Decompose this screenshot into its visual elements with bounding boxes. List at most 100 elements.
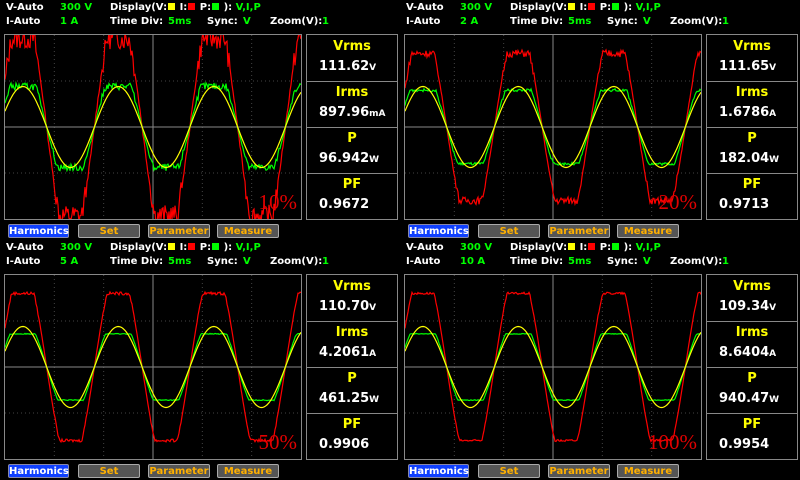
waveform-plot: 10% <box>4 34 302 220</box>
measure-cell-irms: Irms 1.6786A <box>707 81 797 128</box>
measure-cell-irms: Irms 8.6404A <box>707 321 797 368</box>
voltage-color-swatch <box>568 3 576 10</box>
vrms-unit: V <box>769 63 777 73</box>
p-unit: W <box>369 395 380 405</box>
p-unit: W <box>769 155 780 165</box>
measure-cell-irms: Irms 4.2061A <box>307 321 397 368</box>
measure-button[interactable]: Measure <box>617 224 679 238</box>
vrms-unit: V <box>369 63 377 73</box>
display-settings: Display(V: I: P: ): V,I,P <box>110 241 261 255</box>
measure-cell-pf: PF 0.9954 <box>707 413 797 459</box>
display-v-label: V: <box>555 2 568 13</box>
load-percent-label: 50% <box>258 430 298 454</box>
display-settings: Display(V: I: P: ): V,I,P <box>510 241 661 255</box>
measure-value-p: 182.04W <box>719 151 779 166</box>
time-div-label: Time Div: <box>110 16 164 27</box>
sync-value: V <box>243 256 251 267</box>
i-mode: I-Auto <box>6 16 41 27</box>
parameter-button[interactable]: Parameter <box>148 464 210 478</box>
load-percent-label: 100% <box>648 430 697 454</box>
measure-button[interactable]: Measure <box>217 464 279 478</box>
measure-button[interactable]: Measure <box>217 224 279 238</box>
pf-value: 0.9672 <box>319 197 370 212</box>
harmonics-button[interactable]: Harmonics <box>408 224 469 238</box>
vrms-unit: V <box>769 303 777 313</box>
measure-cell-p: P 182.04W <box>707 127 797 174</box>
p-unit: W <box>769 395 780 405</box>
current-color-swatch <box>588 243 596 250</box>
irms-value: 897.96 <box>319 105 370 120</box>
vrms-unit: V <box>369 303 377 313</box>
display-settings: Display(V: I: P: ): V,I,P <box>110 1 261 15</box>
harmonics-button[interactable]: Harmonics <box>8 224 69 238</box>
measure-button[interactable]: Measure <box>617 464 679 478</box>
harmonics-button[interactable]: Harmonics <box>408 464 469 478</box>
display-v-label: V: <box>555 242 568 253</box>
set-button[interactable]: Set <box>78 464 140 478</box>
measure-label-pf: PF <box>342 417 362 432</box>
measure-label-pf: PF <box>342 177 362 192</box>
waveform-svg <box>405 35 701 219</box>
harmonics-button[interactable]: Harmonics <box>8 464 69 478</box>
zoom-value: 1 <box>322 256 329 267</box>
measure-value-pf: 0.9672 <box>319 197 369 212</box>
current-color-swatch <box>588 3 596 10</box>
sync-label: Sync: <box>607 256 638 267</box>
scope-panel-4: V-Auto 300 V Display(V: I: P: ): V,I,P I-Au… <box>400 240 800 480</box>
voltage-color-swatch <box>168 3 176 10</box>
vrms-value: 109.34 <box>719 299 770 314</box>
scope-panel-2: V-Auto 300 V Display(V: I: P: ): V,I,P I-Au… <box>400 0 800 240</box>
header-row-current: I-Auto 2 A Time Div: 5ms Sync: V Zoom(V): 1 <box>400 15 800 29</box>
set-button[interactable]: Set <box>78 224 140 238</box>
display-p-label: P: <box>599 2 612 13</box>
measure-cell-vrms: Vrms 111.65V <box>707 35 797 82</box>
v-range: 300 V <box>60 242 93 253</box>
waveform-svg <box>5 275 301 459</box>
parameter-button[interactable]: Parameter <box>548 224 610 238</box>
pf-value: 0.9906 <box>319 437 370 452</box>
waveform-plot: 100% <box>404 274 702 460</box>
time-div-label: Time Div: <box>510 16 564 27</box>
irms-value: 8.6404 <box>719 345 770 360</box>
zoom-label: Zoom(V): <box>670 256 723 267</box>
zoom-label: Zoom(V): <box>270 16 323 27</box>
display-v-label: V: <box>155 242 168 253</box>
irms-unit: A <box>769 109 777 119</box>
set-button[interactable]: Set <box>478 464 540 478</box>
display-p-label: P: <box>599 242 612 253</box>
load-percent-label: 20% <box>658 190 698 214</box>
p-value: 940.47 <box>719 391 770 406</box>
display-channels: V,I,P <box>235 242 261 253</box>
zoom-label: Zoom(V): <box>270 256 323 267</box>
measure-label-vrms: Vrms <box>333 39 371 54</box>
i-mode: I-Auto <box>406 256 441 267</box>
header-row-voltage: V-Auto 300 V Display(V: I: P: ): V,I,P <box>0 1 400 15</box>
display-close: ): <box>623 2 633 13</box>
display-settings: Display(V: I: P: ): V,I,P <box>510 1 661 15</box>
time-div-value: 5ms <box>168 256 192 267</box>
measure-cell-vrms: Vrms 110.70V <box>307 275 397 322</box>
display-channels: V,I,P <box>635 242 661 253</box>
p-value: 461.25 <box>319 391 370 406</box>
scope-panel-3: V-Auto 300 V Display(V: I: P: ): V,I,P I-Au… <box>0 240 400 480</box>
display-close: ): <box>223 2 233 13</box>
header-row-current: I-Auto 1 A Time Div: 5ms Sync: V Zoom(V): 1 <box>0 15 400 29</box>
parameter-button[interactable]: Parameter <box>148 224 210 238</box>
v-range: 300 V <box>60 2 93 13</box>
time-div-label: Time Div: <box>110 256 164 267</box>
pf-value: 0.9954 <box>719 437 770 452</box>
set-button[interactable]: Set <box>478 224 540 238</box>
measure-label-irms: Irms <box>335 85 369 100</box>
v-mode: V-Auto <box>406 242 444 253</box>
parameter-button[interactable]: Parameter <box>548 464 610 478</box>
waveform-plot: 20% <box>404 34 702 220</box>
display-i-label: I: <box>179 242 188 253</box>
i-mode: I-Auto <box>6 256 41 267</box>
measure-cell-vrms: Vrms 111.62V <box>307 35 397 82</box>
measure-cell-irms: Irms 897.96mA <box>307 81 397 128</box>
measure-label-irms: Irms <box>735 85 769 100</box>
scope-panel-1: V-Auto 300 V Display(V: I: P: ): V,I,P I-Au… <box>0 0 400 240</box>
voltage-color-swatch <box>568 243 576 250</box>
measure-label-pf: PF <box>742 177 762 192</box>
zoom-value: 1 <box>722 16 729 27</box>
